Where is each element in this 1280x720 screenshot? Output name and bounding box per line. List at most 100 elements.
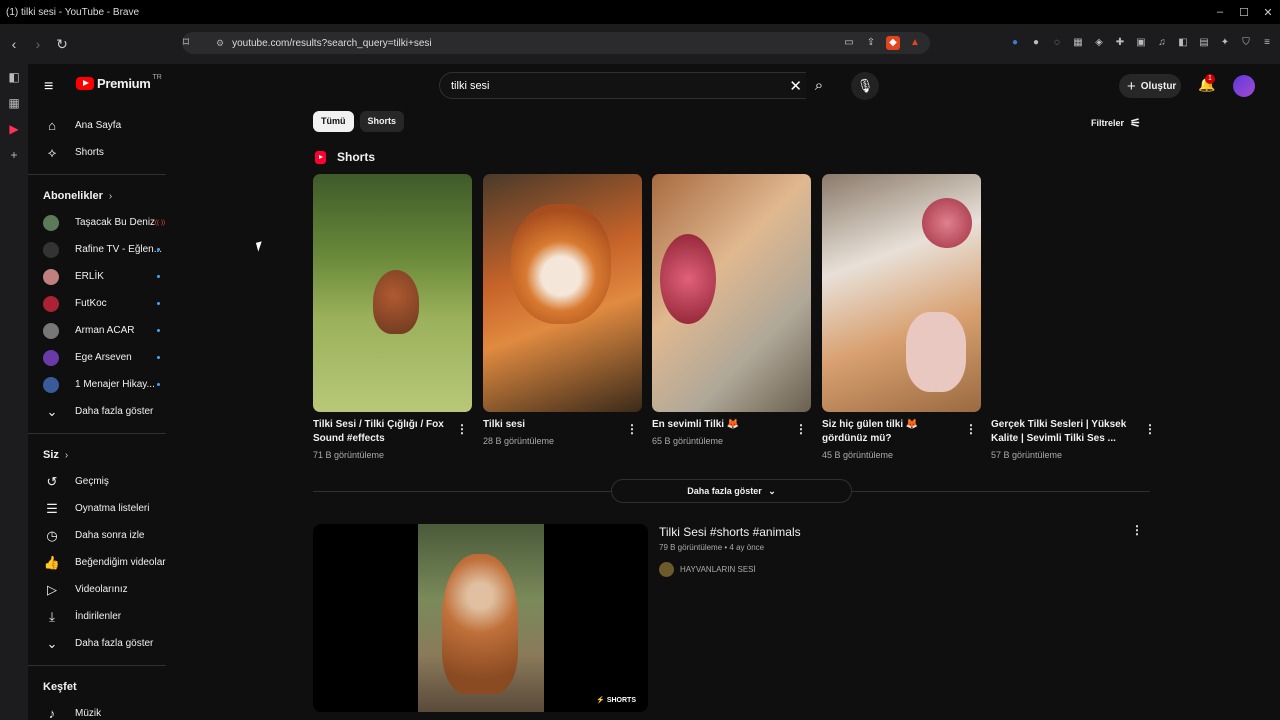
more-options-icon[interactable]: ⋮	[1144, 422, 1156, 436]
short-card[interactable]: Tilki sesi 28 B görüntüleme ⋮	[483, 174, 642, 446]
minimize-icon[interactable]: –	[1208, 6, 1232, 19]
brave-rewards-icon[interactable]: ▲	[908, 36, 922, 50]
sidebar-item-label: İndirilenler	[75, 611, 122, 622]
chip-shorts[interactable]: Shorts	[359, 111, 405, 132]
show-more-shorts-button[interactable]: Daha fazla göster ⌄	[611, 479, 852, 503]
site-info-icon[interactable]: ⚙	[216, 38, 224, 49]
more-options-icon[interactable]: ⋮	[456, 422, 468, 436]
video-channel[interactable]: HAYVANLARIN SESİ	[659, 562, 756, 577]
youtube-logo[interactable]: Premium TR	[76, 74, 162, 91]
reading-list-icon[interactable]: ▦	[0, 90, 28, 116]
sidebar-item-shorts[interactable]: ⟡ Shorts	[28, 139, 180, 166]
subscription-item[interactable]: Rafine TV - Eğlen...	[28, 236, 180, 263]
subscription-item[interactable]: 1 Menajer Hikay...	[28, 371, 180, 398]
add-panel-icon[interactable]: +	[0, 142, 28, 168]
show-more-you[interactable]: ⌄ Daha fazla göster	[28, 630, 180, 657]
more-options-icon[interactable]: ⋮	[1131, 523, 1143, 537]
short-thumbnail[interactable]	[822, 174, 981, 412]
short-title[interactable]: Tilki sesi	[483, 418, 619, 432]
share-icon[interactable]: ⇪	[864, 36, 878, 50]
video-title[interactable]: Tilki Sesi #shorts #animals	[659, 525, 801, 539]
short-thumbnail[interactable]	[652, 174, 811, 412]
bookmark-icon[interactable]: ⌑	[178, 35, 194, 51]
subscription-item[interactable]: Arman ACAR	[28, 317, 180, 344]
youtube-pinned-icon[interactable]: ▶	[0, 116, 28, 142]
extension-4-icon[interactable]: ▦	[1071, 36, 1085, 50]
extension-2-icon[interactable]: ●	[1029, 36, 1043, 50]
close-window-icon[interactable]: ✕	[1256, 6, 1280, 19]
extension-5-icon[interactable]: ◈	[1092, 36, 1106, 50]
channel-avatar	[659, 562, 674, 577]
filters-button[interactable]: Filtreler ⚟	[1091, 116, 1141, 130]
account-avatar[interactable]	[1233, 75, 1255, 97]
search-input[interactable]: tilki sesi	[451, 80, 490, 92]
sidebar-item-downloads[interactable]: ⤓ İndirilenler	[28, 603, 180, 630]
create-button[interactable]: + Oluştur	[1119, 74, 1181, 98]
more-options-icon[interactable]: ⋮	[795, 422, 807, 436]
sidebar-item-label: Müzik	[75, 708, 102, 719]
subscription-item[interactable]: Taşacak Bu Deniz ((·))	[28, 209, 180, 236]
more-options-icon[interactable]: ⋮	[626, 422, 638, 436]
clear-search-icon[interactable]: ✕	[789, 77, 802, 95]
chip-all[interactable]: Tümü	[313, 111, 354, 132]
fox-image	[511, 204, 611, 324]
hamburger-menu-icon[interactable]: ≡	[44, 78, 53, 96]
sidebar-item-music[interactable]: ♪ Müzik	[28, 700, 180, 720]
video-icon: ▷	[47, 581, 57, 597]
search-box[interactable]: tilki sesi ✕	[439, 72, 806, 99]
short-card[interactable]: Siz hiç gülen tilki 🦊 gördünüz mü? 45 B …	[822, 174, 981, 460]
cast-icon[interactable]: ▭	[842, 36, 856, 50]
url-text[interactable]: youtube.com/results?search_query=tilki+s…	[232, 38, 432, 49]
subscription-item[interactable]: ERLİK	[28, 263, 180, 290]
sidebar-item-your-videos[interactable]: ▷ Videolarınız	[28, 576, 180, 603]
you-heading[interactable]: Siz ›	[28, 442, 180, 468]
back-icon[interactable]: ‹	[4, 34, 24, 54]
sidebar-item-label: Beğendiğim videolar	[75, 557, 166, 568]
sidebar-item-watch-later[interactable]: ◷ Daha sonra izle	[28, 522, 180, 549]
sidebar-panel-icon[interactable]: ◧	[0, 64, 28, 90]
sidebar-item-label: Ana Sayfa	[75, 120, 122, 131]
sidebar-item-playlists[interactable]: ☰ Oynatma listeleri	[28, 495, 180, 522]
reload-icon[interactable]: ↻	[52, 34, 72, 54]
short-title[interactable]: Tilki Sesi / Tilki Çığlığı / Fox Sound #…	[313, 418, 449, 446]
video-thumbnail[interactable]: ⚡ SHORTS	[313, 524, 648, 712]
voice-search-icon[interactable]: 🎙	[851, 72, 879, 100]
extension-1-icon[interactable]: ●	[1008, 36, 1022, 50]
show-more-subscriptions[interactable]: ⌄ Daha fazla göster	[28, 398, 180, 425]
sidebar-toggle-icon[interactable]: ◧	[1176, 36, 1190, 50]
short-title[interactable]: Siz hiç gülen tilki 🦊 gördünüz mü?	[822, 418, 958, 446]
logo-text: Premium	[97, 76, 151, 91]
puzzle-icon[interactable]: ✚	[1113, 36, 1127, 50]
show-more-label: Daha fazla göster	[75, 638, 154, 649]
short-title[interactable]: En sevimli Tilki 🦊	[652, 418, 788, 432]
subscriptions-heading[interactable]: Abonelikler ›	[28, 183, 180, 209]
hand-image	[906, 312, 966, 392]
more-options-icon[interactable]: ⋮	[965, 422, 977, 436]
subscription-item[interactable]: Ege Arseven	[28, 344, 180, 371]
sidebar-item-history[interactable]: ↺ Geçmiş	[28, 468, 180, 495]
channel-name: Rafine TV - Eğlen...	[75, 244, 163, 255]
forward-icon[interactable]: ›	[28, 34, 48, 54]
translate-icon[interactable]: ▣	[1134, 36, 1148, 50]
leo-icon[interactable]: ✦	[1218, 36, 1232, 50]
media-icon[interactable]: ♫	[1155, 36, 1169, 50]
short-thumbnail[interactable]	[483, 174, 642, 412]
sidebar-item-home[interactable]: ⌂ Ana Sayfa	[28, 112, 180, 139]
extension-3-icon[interactable]: ◌	[1050, 36, 1064, 50]
live-indicator: ((·))	[155, 219, 165, 226]
menu-icon[interactable]: ≡	[1260, 36, 1274, 50]
notifications-icon[interactable]: 🔔 1	[1198, 74, 1215, 93]
sidebar-item-liked[interactable]: 👍 Beğendiğim videolar	[28, 549, 180, 576]
short-card[interactable]: Tilki Sesi / Tilki Çığlığı / Fox Sound #…	[313, 174, 472, 460]
short-thumbnail[interactable]	[313, 174, 472, 412]
short-views: 65 B görüntüleme	[652, 436, 724, 446]
wallet-icon[interactable]: ▤	[1197, 36, 1211, 50]
short-title[interactable]: Gerçek Tilki Sesleri | Yüksek Kalite | S…	[991, 418, 1131, 446]
maximize-icon[interactable]: ☐	[1232, 6, 1256, 19]
subscription-item[interactable]: FutKoc	[28, 290, 180, 317]
search-button[interactable]: ⌕	[802, 72, 836, 99]
brave-shields-icon[interactable]: ◆	[886, 36, 900, 50]
short-card[interactable]: En sevimli Tilki 🦊 65 B görüntüleme ⋮	[652, 174, 811, 446]
vpn-icon[interactable]: ⛉	[1239, 36, 1253, 50]
address-bar[interactable]: ⌑ ⚙ youtube.com/results?search_query=til…	[182, 32, 930, 54]
